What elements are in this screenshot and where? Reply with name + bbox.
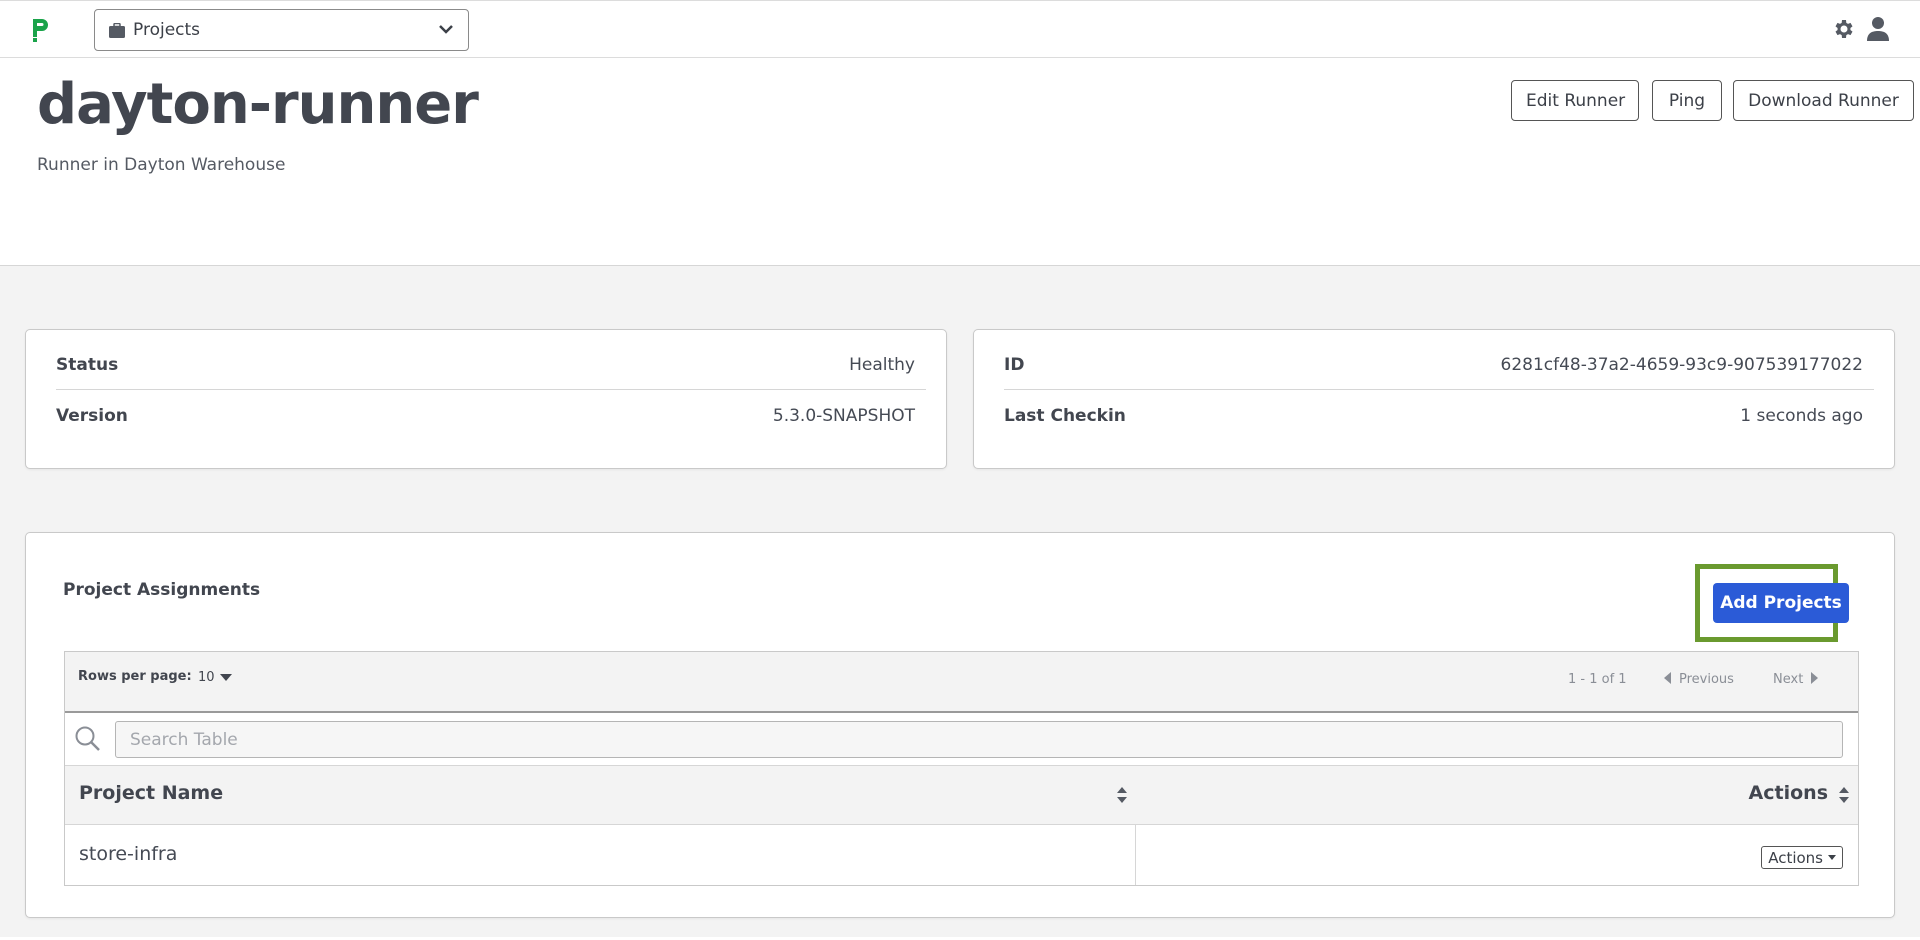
column-header-project-name[interactable]: Project Name [79,782,223,804]
project-assignments-card: Project Assignments Add Projects Rows pe… [25,532,1895,918]
project-name-cell: store-infra [79,843,178,865]
id-value: 6281cf48-37a2-4659-93c9-907539177022 [1500,354,1863,375]
previous-label: Previous [1679,672,1734,687]
rows-per-page-label: Rows per page: [78,669,192,684]
project-table: Rows per page: 10 1 - 1 of 1 Previous Ne… [64,651,1859,886]
rows-per-page-value: 10 [198,670,215,685]
status-label: Status [56,354,119,375]
caret-right-icon [1811,672,1819,684]
version-row: Version 5.3.0-SNAPSHOT [56,391,926,441]
caret-left-icon [1664,672,1671,684]
version-value: 5.3.0-SNAPSHOT [772,406,915,426]
table-toolbar: Rows per page: 10 1 - 1 of 1 Previous Ne… [65,652,1858,713]
pagination-range: 1 - 1 of 1 [1568,672,1627,687]
id-label: ID [1004,354,1025,375]
ping-button[interactable]: Ping [1652,80,1722,121]
status-value: Healthy [849,354,915,375]
page-header: dayton-runner Runner in Dayton Warehouse… [0,58,1920,266]
table-search-row [65,713,1858,766]
caret-down-icon [219,674,232,681]
briefcase-icon [109,22,125,38]
rows-per-page-select[interactable]: 10 [198,670,232,685]
gear-icon[interactable] [1832,17,1856,41]
runner-id-card: ID 6281cf48-37a2-4659-93c9-907539177022 … [973,329,1895,469]
download-runner-button[interactable]: Download Runner [1733,80,1914,121]
next-page-button[interactable]: Next [1773,672,1819,687]
row-actions-label: Actions [1768,848,1823,867]
next-label: Next [1773,672,1804,687]
project-switcher[interactable]: Projects [94,9,469,51]
column-header-actions[interactable]: Actions [1749,782,1828,804]
top-navbar: Projects [0,0,1920,58]
table-header: Project Name Actions [65,766,1858,825]
sort-icon[interactable] [1116,786,1128,804]
add-projects-button[interactable]: Add Projects [1713,583,1849,623]
section-title: Project Assignments [63,580,261,600]
search-input[interactable] [115,721,1843,758]
edit-runner-button[interactable]: Edit Runner [1511,80,1639,121]
last-checkin-row: Last Checkin 1 seconds ago [1004,391,1874,441]
row-actions-button[interactable]: Actions [1761,846,1843,869]
table-row: store-infra Actions [65,825,1858,885]
caret-down-icon [1828,855,1836,860]
chevron-down-icon [439,25,453,34]
project-switcher-label: Projects [133,20,201,40]
last-checkin-value: 1 seconds ago [1740,406,1863,426]
page-title: dayton-runner [37,72,479,137]
runner-status-card: Status Healthy Version 5.3.0-SNAPSHOT [25,329,947,469]
search-icon [75,726,100,751]
user-icon[interactable] [1866,16,1890,42]
add-projects-highlight: Add Projects [1695,564,1849,642]
app-logo-icon[interactable] [30,17,52,43]
page-subtitle: Runner in Dayton Warehouse [37,155,286,175]
previous-page-button[interactable]: Previous [1664,672,1734,687]
column-divider [1135,825,1136,885]
status-row: Status Healthy [56,340,926,390]
sort-icon[interactable] [1838,786,1850,804]
last-checkin-label: Last Checkin [1004,406,1126,426]
id-row: ID 6281cf48-37a2-4659-93c9-907539177022 [1004,340,1874,390]
version-label: Version [56,406,128,426]
